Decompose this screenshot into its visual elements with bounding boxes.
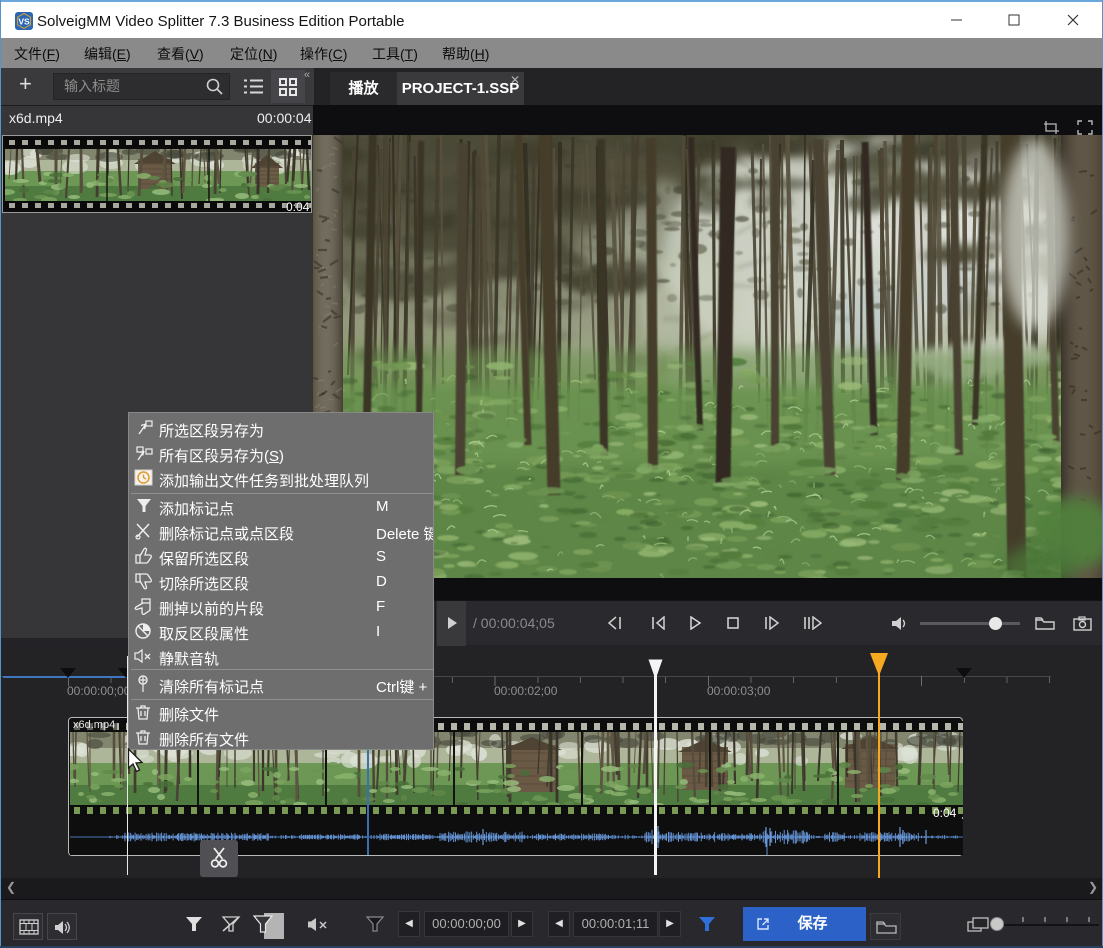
svg-text:VS: VS bbox=[18, 17, 30, 27]
